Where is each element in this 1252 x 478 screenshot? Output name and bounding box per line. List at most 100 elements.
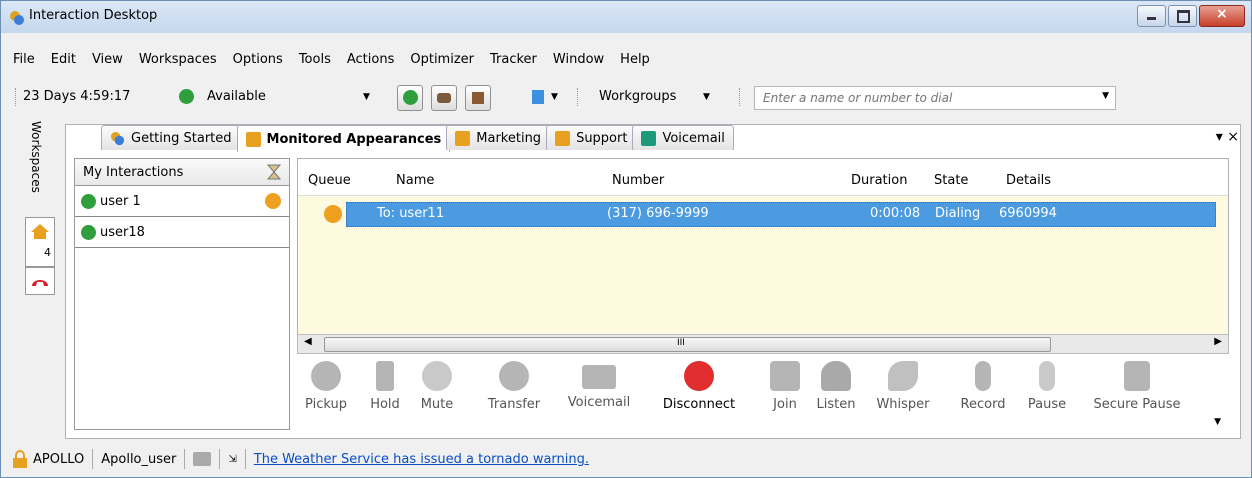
user-row[interactable]: user 1 [75, 186, 289, 217]
dial-box[interactable]: ▼ [754, 86, 1116, 110]
hold-button[interactable]: Hold [363, 357, 407, 412]
dial-input[interactable] [755, 87, 1095, 109]
menu-options[interactable]: Options [225, 52, 291, 67]
listen-icon [821, 361, 851, 391]
call-actions-bar: Pickup Hold Mute Transfer Voicemail Disc… [297, 357, 1227, 429]
whisper-icon [888, 361, 918, 391]
toolbar-grip-2[interactable] [577, 88, 581, 106]
pause-icon [1039, 361, 1055, 391]
workspace-tabs: Getting Started Monitored Appearances Ma… [101, 125, 734, 152]
col-number[interactable]: Number [612, 173, 664, 188]
home-icon [31, 224, 49, 239]
voicemail-status-icon[interactable] [193, 452, 212, 466]
join-button[interactable]: Join [765, 357, 805, 412]
minimize-button[interactable] [1137, 5, 1166, 27]
tab-controls[interactable]: ▾ × [1216, 129, 1239, 145]
toolbar-grip[interactable] [15, 88, 19, 106]
monitored-appearances-icon [245, 131, 261, 147]
join-icon [770, 361, 800, 391]
user-name: user18 [100, 224, 145, 240]
available-status-icon [179, 89, 194, 104]
presence-button[interactable] [397, 85, 423, 111]
transfer-button[interactable]: Transfer [483, 357, 545, 412]
workgroups-button[interactable]: Workgroups [599, 89, 676, 104]
server-name: APOLLO [33, 451, 85, 467]
row-number: (317) 696-9999 [607, 206, 709, 221]
close-button[interactable]: × [1199, 5, 1245, 27]
menu-optimizer[interactable]: Optimizer [402, 52, 482, 67]
my-interactions-header: My Interactions [75, 159, 289, 186]
col-duration[interactable]: Duration [851, 173, 907, 188]
workspaces-label[interactable]: Workspaces [29, 121, 43, 193]
alert-message-link[interactable]: The Weather Service has issued a tornado… [254, 452, 589, 467]
presence-icon [81, 224, 96, 240]
disconnect-button[interactable]: Disconnect [651, 357, 747, 412]
tab-monitored-appearances[interactable]: Monitored Appearances [236, 125, 451, 152]
row-state: Dialing [935, 206, 981, 221]
menu-workspaces[interactable]: Workspaces [131, 52, 225, 67]
record-icon [975, 361, 991, 391]
menu-help[interactable]: Help [612, 52, 658, 67]
menu-tracker[interactable]: Tracker [482, 52, 545, 67]
record-button[interactable]: Record [953, 357, 1013, 412]
col-details[interactable]: Details [1006, 173, 1051, 188]
grid-header: Queue Name Number Duration State Details [298, 159, 1228, 196]
close-icon: × [1216, 6, 1228, 22]
document-icon[interactable] [529, 88, 547, 106]
uptime-label: 23 Days 4:59:17 [23, 89, 131, 104]
scroll-thumb[interactable]: III [324, 337, 1051, 352]
voicemail-button[interactable]: Voicemail [559, 357, 639, 410]
menu-edit[interactable]: Edit [43, 52, 84, 67]
pause-button[interactable]: Pause [1021, 357, 1073, 412]
lock-icon [1124, 361, 1150, 391]
app-window: Interaction Desktop × File Edit View Wor… [0, 0, 1252, 478]
user-row[interactable]: user18 [75, 217, 289, 248]
scroll-right-icon[interactable]: ▶ [1214, 336, 1222, 347]
col-queue[interactable]: Queue [308, 173, 351, 188]
document-dropdown-icon[interactable]: ▼ [551, 92, 558, 102]
tab-marketing[interactable]: Marketing [446, 125, 551, 150]
menu-file[interactable]: File [5, 52, 43, 67]
menu-actions[interactable]: Actions [339, 52, 403, 67]
actions-overflow-icon[interactable]: ▼ [1214, 417, 1221, 427]
col-state[interactable]: State [934, 173, 968, 188]
listen-button[interactable]: Listen [809, 357, 863, 412]
maximize-button[interactable] [1168, 5, 1197, 27]
table-row[interactable]: To: user11 (317) 696-9999 0:00:08 Dialin… [346, 202, 1216, 227]
workgroups-dropdown-icon[interactable]: ▼ [703, 92, 710, 102]
menu-view[interactable]: View [84, 52, 131, 67]
user-name: user 1 [100, 193, 141, 209]
menu-tools[interactable]: Tools [291, 52, 339, 67]
binoculars-button[interactable] [431, 85, 457, 111]
tab-support[interactable]: Support [546, 125, 637, 150]
secure-pause-button[interactable]: Secure Pause [1081, 357, 1193, 412]
scroll-left-icon[interactable]: ◀ [304, 336, 312, 347]
tab-voicemail[interactable]: Voicemail [632, 125, 734, 150]
workspace-home-tab[interactable]: 4 [25, 217, 55, 267]
collapse-icon[interactable]: ⇲ [228, 454, 236, 465]
status-dropdown-icon[interactable]: ▼ [363, 92, 370, 102]
menu-window[interactable]: Window [545, 52, 612, 67]
workgroup-icon [555, 130, 571, 146]
transfer-icon [499, 361, 529, 391]
pickup-icon [311, 361, 341, 391]
toolbar-grip-3[interactable] [739, 88, 743, 106]
my-interactions-title: My Interactions [83, 164, 184, 180]
workspace-count-badge: 4 [44, 246, 51, 259]
workspace-phone-tab[interactable] [25, 267, 55, 295]
active-call-icon [265, 193, 281, 209]
dial-dropdown-icon[interactable]: ▼ [1102, 91, 1109, 101]
status-selector[interactable]: Available [207, 89, 266, 104]
pickup-button[interactable]: Pickup [301, 357, 351, 412]
col-name[interactable]: Name [396, 173, 434, 188]
tab-getting-started[interactable]: Getting Started [101, 125, 241, 150]
whisper-button[interactable]: Whisper [869, 357, 937, 412]
mute-button[interactable]: Mute [415, 357, 459, 412]
tab-label: Getting Started [131, 130, 232, 146]
phone-icon [32, 280, 48, 286]
tab-label: Monitored Appearances [266, 131, 442, 147]
home-button[interactable] [465, 85, 491, 111]
hourglass-icon[interactable] [267, 164, 281, 180]
menu-bar: File Edit View Workspaces Options Tools … [1, 45, 1251, 73]
horizontal-scrollbar[interactable]: ◀ III ▶ [297, 334, 1229, 354]
